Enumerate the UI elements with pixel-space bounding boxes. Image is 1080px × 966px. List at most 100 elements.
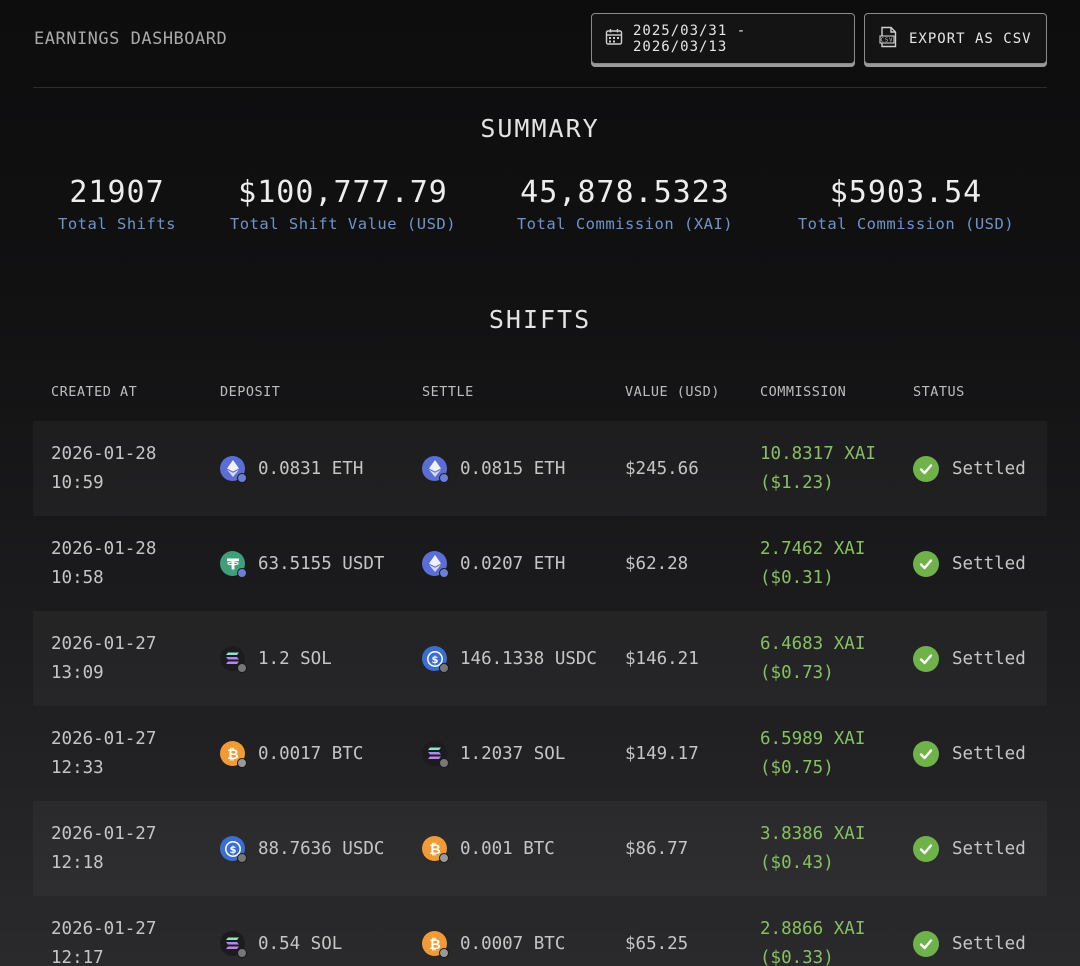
commission-xai: 6.5989 XAI bbox=[760, 728, 866, 749]
value-usd: $149.17 bbox=[625, 743, 699, 764]
table-row[interactable]: 2026-01-27 12:18 $88.7636 USDC ₿ 0.001 BTC $8… bbox=[33, 801, 1047, 896]
svg-text:₿: ₿ bbox=[429, 842, 440, 857]
value-usd: $86.77 bbox=[625, 838, 689, 859]
settle-amount: 1.2037 SOL bbox=[460, 743, 566, 764]
csv-file-icon: CSV bbox=[879, 26, 899, 52]
deposit-cell: $88.7636 USDC bbox=[220, 801, 384, 896]
stat-value: $100,777.79 bbox=[238, 175, 448, 210]
value-cell: $146.21 bbox=[625, 611, 699, 706]
deposit-amount: 1.2 SOL bbox=[258, 648, 332, 669]
svg-text:₿: ₿ bbox=[227, 747, 238, 762]
svg-text:$: $ bbox=[229, 844, 236, 855]
created-date: 2026-01-27 bbox=[51, 918, 157, 939]
btc-icon: ₿ bbox=[422, 931, 449, 958]
check-circle-icon bbox=[913, 930, 939, 957]
table-row[interactable]: 2026-01-28 10:58 63.5155 USDT 0.0207 ETH $62… bbox=[33, 516, 1047, 611]
commission-usd: ($0.31) bbox=[760, 567, 834, 588]
status-label: Settled bbox=[952, 933, 1026, 954]
created-date: 2026-01-28 bbox=[51, 538, 157, 559]
status-label: Settled bbox=[952, 458, 1026, 479]
svg-text:CSV: CSV bbox=[881, 37, 894, 43]
status-cell: Settled bbox=[913, 611, 1026, 706]
settle-amount: 0.0207 ETH bbox=[460, 553, 566, 574]
btc-icon: ₿ bbox=[220, 741, 247, 768]
stat-value: 21907 bbox=[69, 175, 165, 210]
value-usd: $245.66 bbox=[625, 458, 699, 479]
status-label: Settled bbox=[952, 553, 1026, 574]
settle-amount: 0.001 BTC bbox=[460, 838, 555, 859]
shifts-title: SHIFTS bbox=[488, 305, 592, 334]
export-csv-button[interactable]: CSV EXPORT AS CSV bbox=[864, 13, 1047, 64]
settle-cell: 0.0207 ETH bbox=[422, 516, 565, 611]
deposit-amount: 88.7636 USDC bbox=[258, 838, 385, 859]
value-cell: $65.25 bbox=[625, 896, 688, 966]
stat-total-shifts: 21907 Total Shifts bbox=[58, 175, 176, 233]
table-row[interactable]: 2026-01-27 13:09 1.2 SOL $146.1338 USDC $146… bbox=[33, 611, 1047, 706]
commission-cell: 2.8866 XAI ($0.33) bbox=[760, 896, 865, 966]
commission-cell: 6.5989 XAI ($0.75) bbox=[760, 706, 865, 801]
status-label: Settled bbox=[952, 743, 1026, 764]
deposit-amount: 0.0017 BTC bbox=[258, 743, 364, 764]
table-row[interactable]: 2026-01-28 10:59 0.0831 ETH 0.0815 ETH $245.… bbox=[33, 421, 1047, 516]
table-row[interactable]: 2026-01-27 12:33 ₿ 0.0017 BTC 1.2037 SOL $149… bbox=[33, 706, 1047, 801]
created-date: 2026-01-28 bbox=[51, 443, 157, 464]
value-usd: $62.28 bbox=[625, 553, 689, 574]
check-circle-icon bbox=[913, 645, 939, 672]
deposit-cell: 0.0831 ETH bbox=[220, 421, 363, 516]
stat-label: Total Shifts bbox=[58, 215, 176, 233]
header-actions: 2025/03/31 - 2026/03/13 CSV EXPORT AS CS… bbox=[591, 13, 1047, 64]
column-header-created-at[interactable]: CREATED AT bbox=[51, 384, 137, 400]
stat-label: Total Shift Value (USD) bbox=[229, 215, 457, 233]
commission-usd: ($0.75) bbox=[760, 757, 834, 778]
settle-cell: 0.0815 ETH bbox=[422, 421, 565, 516]
column-header-commission[interactable]: COMMISSION bbox=[760, 384, 846, 400]
summary-stats: 21907 Total Shifts $100,777.79 Total Shi… bbox=[33, 175, 1047, 245]
commission-usd: ($0.33) bbox=[760, 947, 834, 966]
commission-xai: 3.8386 XAI bbox=[760, 823, 866, 844]
commission-usd: ($0.73) bbox=[760, 662, 834, 683]
status-cell: Settled bbox=[913, 516, 1026, 611]
column-header-status[interactable]: STATUS bbox=[913, 384, 965, 400]
created-time: 10:59 bbox=[51, 472, 104, 493]
calendar-icon bbox=[605, 28, 623, 50]
deposit-amount: 63.5155 USDT bbox=[258, 553, 385, 574]
status-cell: Settled bbox=[913, 706, 1026, 801]
created-at-cell: 2026-01-27 12:18 bbox=[51, 801, 156, 896]
date-range-label: 2025/03/31 - 2026/03/13 bbox=[633, 22, 747, 55]
usdc-icon: $ bbox=[220, 836, 247, 863]
stat-value: 45,878.5323 bbox=[520, 175, 730, 210]
status-cell: Settled bbox=[913, 801, 1026, 896]
header: EARNINGS DASHBOARD 2025/03/31 - 2026/03/… bbox=[33, 0, 1047, 88]
created-time: 12:33 bbox=[51, 757, 104, 778]
column-header-value[interactable]: VALUE (USD) bbox=[625, 384, 720, 400]
commission-usd: ($1.23) bbox=[760, 472, 834, 493]
btc-icon: ₿ bbox=[422, 836, 449, 863]
status-cell: Settled bbox=[913, 896, 1026, 966]
value-usd: $146.21 bbox=[625, 648, 699, 669]
commission-xai: 6.4683 XAI bbox=[760, 633, 866, 654]
eth-icon bbox=[422, 456, 449, 483]
created-date: 2026-01-27 bbox=[51, 633, 157, 654]
settle-amount: 146.1338 USDC bbox=[460, 648, 597, 669]
sol-icon bbox=[220, 931, 247, 958]
commission-cell: 2.7462 XAI ($0.31) bbox=[760, 516, 865, 611]
deposit-cell: 63.5155 USDT bbox=[220, 516, 384, 611]
value-cell: $149.17 bbox=[625, 706, 699, 801]
value-usd: $65.25 bbox=[625, 933, 689, 954]
column-header-settle[interactable]: SETTLE bbox=[422, 384, 474, 400]
settle-cell: ₿ 0.001 BTC bbox=[422, 801, 555, 896]
value-cell: $86.77 bbox=[625, 801, 688, 896]
usdc-icon: $ bbox=[422, 646, 449, 673]
stat-label: Total Commission (XAI) bbox=[516, 215, 734, 233]
created-at-cell: 2026-01-27 12:33 bbox=[51, 706, 156, 801]
table-row[interactable]: 2026-01-27 12:17 0.54 SOL ₿ 0.0007 BTC $65.25… bbox=[33, 896, 1047, 966]
created-time: 13:09 bbox=[51, 662, 104, 683]
svg-text:$: $ bbox=[431, 654, 438, 665]
created-time: 12:17 bbox=[51, 947, 104, 966]
page-title: EARNINGS DASHBOARD bbox=[34, 29, 228, 49]
stat-total-commission-xai: 45,878.5323 Total Commission (XAI) bbox=[517, 175, 733, 233]
shifts-table-header: CREATED AT DEPOSIT SETTLE VALUE (USD) CO… bbox=[33, 384, 1047, 404]
date-range-button[interactable]: 2025/03/31 - 2026/03/13 bbox=[591, 13, 855, 64]
column-header-deposit[interactable]: DEPOSIT bbox=[220, 384, 280, 400]
commission-xai: 2.7462 XAI bbox=[760, 538, 866, 559]
